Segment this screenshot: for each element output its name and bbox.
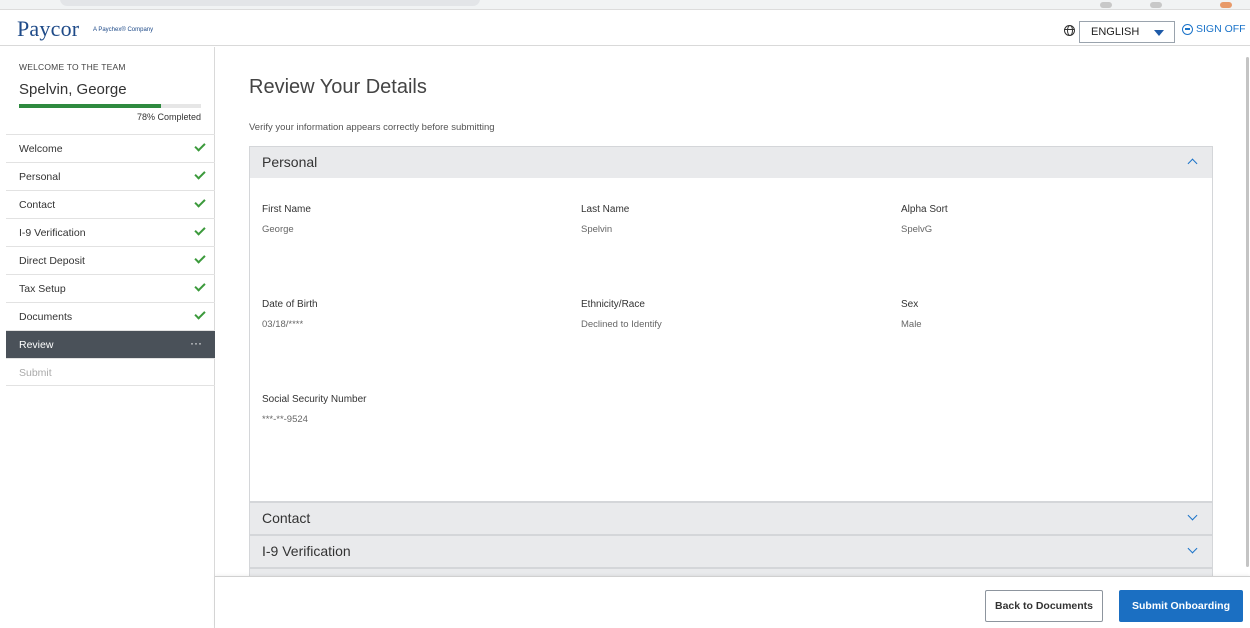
check-icon (194, 140, 206, 152)
ssn-value: ***-**-9524 (262, 414, 308, 425)
last-name-value: Spelvin (581, 224, 613, 235)
page-scrollbar[interactable] (1244, 47, 1250, 576)
check-icon (194, 280, 206, 292)
sex-value: Male (901, 319, 922, 330)
more-options-icon: ··· (190, 336, 202, 350)
sign-off-label: SIGN OFF (1196, 23, 1246, 35)
step-label: Tax Setup (19, 283, 66, 295)
check-icon (194, 224, 206, 236)
submit-onboarding-button[interactable]: Submit Onboarding (1119, 590, 1243, 622)
browser-profile-icon (1220, 2, 1232, 8)
chevron-down-icon (1187, 510, 1198, 521)
welcome-label: WELCOME TO THE TEAM (19, 62, 126, 72)
check-icon (194, 252, 206, 264)
i9-section-header[interactable]: I-9 Verification (250, 536, 1212, 567)
ethnicity-label: Ethnicity/Race (581, 299, 645, 310)
step-label: Documents (19, 311, 73, 323)
date-of-birth-label: Date of Birth (262, 299, 318, 310)
page-subtitle: Verify your information appears correctl… (249, 122, 495, 133)
chevron-up-icon (1187, 158, 1198, 169)
section-title: Contact (262, 510, 311, 526)
step-tax-setup[interactable]: Tax Setup (6, 274, 215, 302)
check-icon (194, 308, 206, 320)
step-i9-verification[interactable]: I-9 Verification (6, 218, 215, 246)
step-label: Personal (19, 171, 61, 183)
personal-section: Personal First Name George Last Name Spe… (249, 146, 1213, 502)
back-to-documents-button[interactable]: Back to Documents (985, 590, 1103, 622)
progress-bar-fill (19, 104, 161, 108)
step-label: Review (19, 339, 54, 351)
caret-down-icon (1154, 30, 1164, 36)
i9-verification-section: I-9 Verification (249, 535, 1213, 568)
contact-section: Contact (249, 502, 1213, 535)
browser-control-icon (1100, 2, 1112, 8)
browser-tab (60, 0, 480, 6)
alpha-sort-value: SpelvG (901, 224, 933, 235)
step-label: Submit (19, 367, 52, 379)
step-direct-deposit[interactable]: Direct Deposit (6, 246, 215, 274)
step-label: I-9 Verification (19, 227, 86, 239)
contact-section-header[interactable]: Contact (250, 503, 1212, 534)
user-name: Spelvin, George (19, 81, 127, 98)
last-name-label: Last Name (581, 204, 630, 215)
onboarding-steps: Welcome Personal Contact I-9 Verificatio… (6, 134, 215, 386)
next-section (249, 568, 1213, 577)
page-title: Review Your Details (249, 76, 427, 98)
progress-text: 78% Completed (136, 112, 201, 122)
step-label: Welcome (19, 143, 63, 155)
step-contact[interactable]: Contact (6, 190, 215, 218)
step-submit: Submit (6, 358, 215, 386)
sign-off-link[interactable]: SIGN OFF (1182, 23, 1246, 35)
sign-off-icon (1182, 23, 1193, 35)
step-welcome[interactable]: Welcome (6, 134, 215, 162)
scrollbar-thumb[interactable] (1246, 57, 1249, 567)
step-review[interactable]: Review ··· (6, 330, 215, 358)
ssn-label: Social Security Number (262, 394, 367, 405)
step-label: Direct Deposit (19, 255, 85, 267)
step-label: Contact (19, 199, 56, 211)
progress-bar (19, 104, 201, 108)
action-footer: Back to Documents Submit Onboarding (215, 576, 1250, 628)
browser-control-icon (1150, 2, 1162, 8)
check-icon (194, 196, 206, 208)
step-documents[interactable]: Documents (6, 302, 215, 330)
personal-section-header[interactable]: Personal (250, 147, 1212, 178)
first-name-value: George (262, 224, 294, 235)
ethnicity-value: Declined to Identify (581, 319, 662, 330)
paycor-logo: Paycor (17, 16, 80, 41)
paycor-logo-tagline: A Paychex® Company (93, 27, 154, 33)
globe-icon (1064, 25, 1075, 36)
section-title: I-9 Verification (262, 543, 351, 559)
chevron-down-icon (1187, 543, 1198, 554)
onboarding-sidebar: WELCOME TO THE TEAM Spelvin, George 78% … (6, 47, 215, 628)
language-select[interactable]: ENGLISH (1079, 21, 1175, 43)
first-name-label: First Name (262, 204, 311, 215)
date-of-birth-value: 03/18/**** (262, 319, 304, 330)
sex-label: Sex (901, 299, 919, 310)
alpha-sort-label: Alpha Sort (901, 204, 948, 215)
language-value: ENGLISH (1091, 26, 1140, 38)
check-icon (194, 168, 206, 180)
step-personal[interactable]: Personal (6, 162, 215, 190)
browser-tab-strip (0, 0, 1250, 10)
app-header: Paycor A Paychex® Company ENGLISH SIGN O… (0, 10, 1250, 46)
section-title: Personal (262, 154, 318, 170)
